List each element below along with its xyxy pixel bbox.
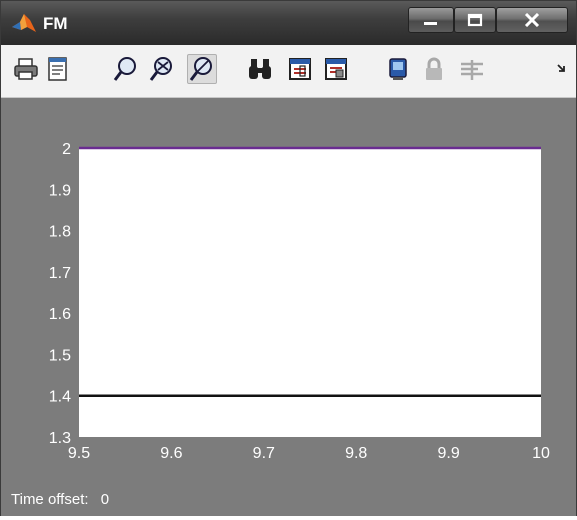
scope-parameters-icon — [289, 58, 311, 80]
time-offset-readout: Time offset: 0 — [11, 491, 117, 508]
find-icon — [249, 59, 271, 79]
zoom-x-button[interactable] — [147, 54, 177, 84]
float-lock-icon — [426, 57, 442, 80]
scope-parameters-button[interactable] — [285, 54, 315, 84]
x-tick-label: 9.9 — [437, 445, 459, 462]
overflow-chevron-icon — [557, 64, 565, 72]
restore-axes-button[interactable] — [383, 54, 413, 84]
y-tick-label: 1.4 — [49, 389, 71, 406]
zoom-in-button[interactable] — [111, 54, 141, 84]
x-tick-label: 9.7 — [253, 445, 275, 462]
time-offset-label: Time offset: — [11, 491, 89, 508]
maximize-icon — [467, 13, 483, 27]
save-axes-button[interactable] — [321, 54, 351, 84]
zoom-in-icon — [113, 57, 136, 81]
y-tick-label: 1.6 — [49, 306, 71, 323]
matlab-logo-icon — [12, 14, 36, 32]
window-title: FM — [43, 14, 68, 33]
signal-selection-icon — [461, 60, 483, 80]
y-tick-label: 2 — [62, 141, 71, 158]
maximize-button[interactable] — [454, 7, 496, 33]
close-button[interactable] — [496, 7, 568, 33]
title-bar[interactable]: FM — [1, 1, 576, 45]
plot-background — [79, 148, 541, 437]
close-icon — [524, 13, 540, 27]
toolbar-overflow-button[interactable] — [553, 54, 571, 84]
y-tick-label: 1.9 — [49, 182, 71, 199]
x-tick-label: 10 — [532, 445, 550, 462]
time-offset-value: 0 — [100, 491, 110, 508]
scope-window: FM 1.3 1.4 1.5 1.6 1.7 1.8 1.9 2 9.5 9.6… — [0, 0, 577, 516]
find-button[interactable] — [245, 54, 275, 84]
save-axes-icon — [325, 58, 347, 80]
y-tick-label: 1.5 — [49, 347, 71, 364]
print-icon — [14, 58, 38, 80]
toolbar — [1, 45, 576, 98]
y-tick-label: 1.7 — [49, 265, 71, 282]
y-tick-label: 1.8 — [49, 224, 71, 241]
x-tick-label: 9.6 — [160, 445, 182, 462]
x-tick-label: 9.8 — [345, 445, 367, 462]
print-button[interactable] — [11, 54, 41, 84]
print-preview-button[interactable] — [43, 54, 73, 84]
plot-area: 1.3 1.4 1.5 1.6 1.7 1.8 1.9 2 9.5 9.6 9.7 9.8 9.9 10 — [1, 98, 576, 516]
scope-chart[interactable]: 1.31.41.51.61.71.81.929.5 9.6 9.7 9.8 9.9 10 — [1, 98, 576, 516]
zoom-y-button[interactable] — [187, 54, 217, 84]
zoom-x-icon — [149, 57, 172, 81]
x-tick-label: 9.5 — [68, 445, 90, 462]
minimize-button[interactable] — [408, 7, 454, 33]
signal-selection-button[interactable] — [457, 54, 487, 84]
float-lock-button[interactable] — [419, 54, 449, 84]
zoom-y-icon — [189, 57, 212, 81]
restore-axes-icon — [389, 58, 407, 80]
minimize-icon — [424, 22, 437, 25]
print-preview-icon — [48, 57, 67, 81]
